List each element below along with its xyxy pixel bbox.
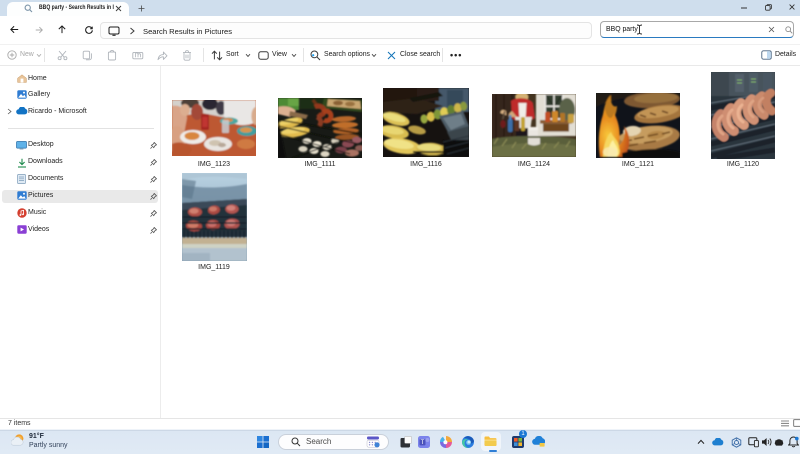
svg-text:T: T	[421, 440, 425, 446]
